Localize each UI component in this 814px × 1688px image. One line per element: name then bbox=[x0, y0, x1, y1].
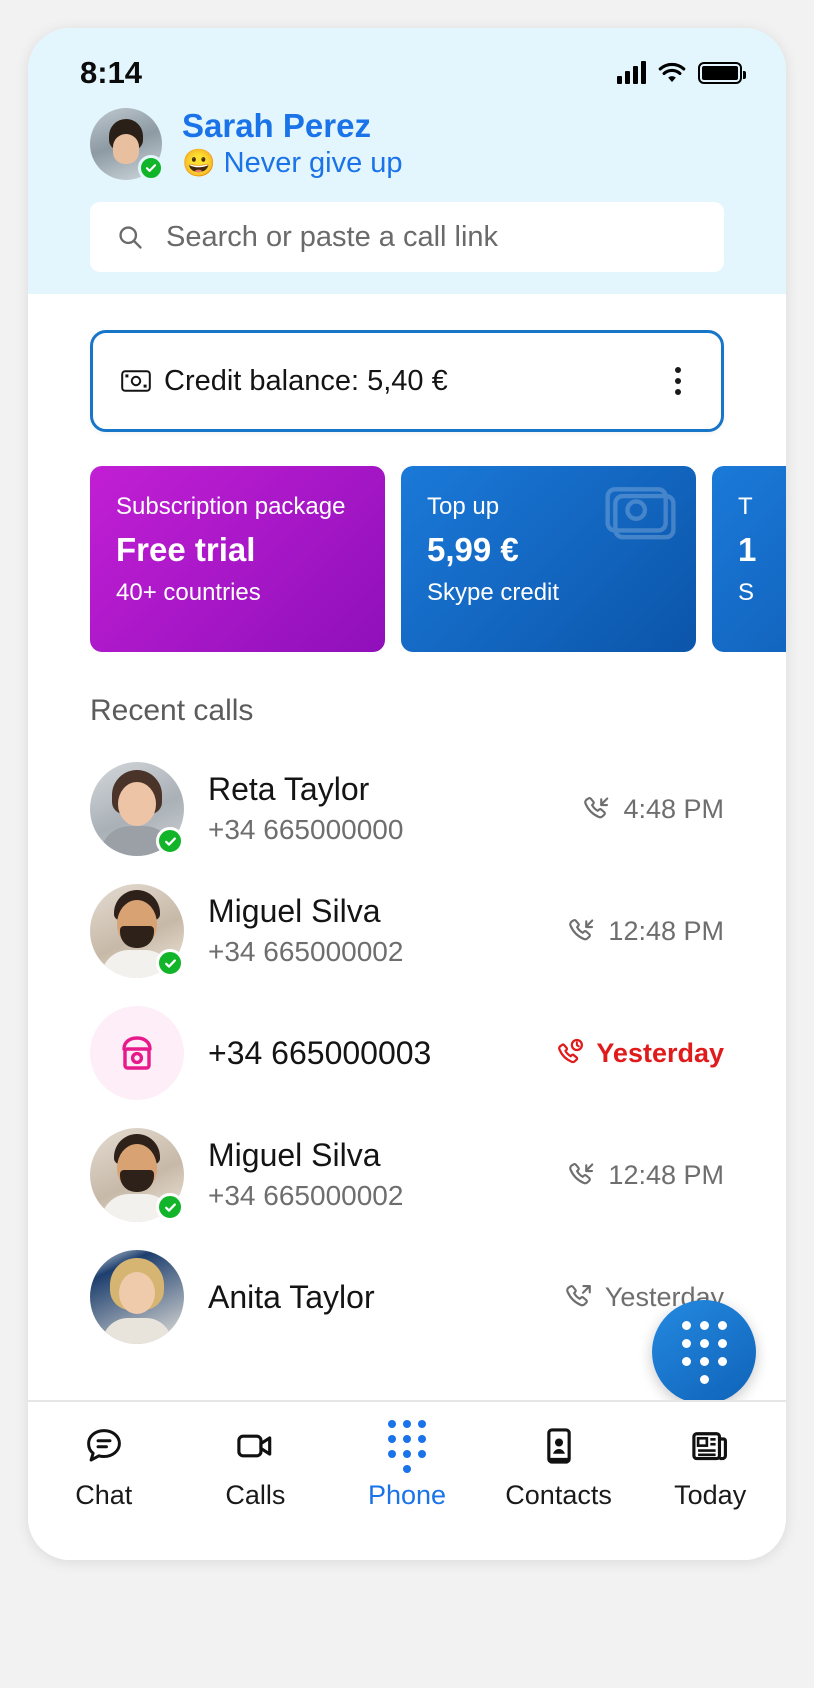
call-row[interactable]: Miguel Silva +34 665000002 12:48 PM bbox=[28, 870, 786, 992]
nav-label: Chat bbox=[75, 1480, 133, 1510]
dialpad-icon bbox=[385, 1419, 429, 1473]
promo-sub: Skype credit bbox=[427, 578, 560, 606]
search-input[interactable]: Search or paste a call link bbox=[90, 202, 724, 273]
video-camera-icon bbox=[233, 1424, 277, 1468]
money-icon bbox=[605, 487, 676, 540]
call-time: Yesterday bbox=[596, 1037, 724, 1068]
call-time: 12:48 PM bbox=[608, 915, 724, 946]
kebab-menu-icon[interactable] bbox=[665, 359, 691, 403]
nav-label: Phone bbox=[367, 1480, 447, 1510]
promo-card-partial[interactable]: T 1 S bbox=[712, 466, 786, 653]
promo-kicker: T bbox=[738, 493, 753, 521]
status-time: 8:14 bbox=[80, 55, 143, 90]
profile-mood[interactable]: 😀 Never give up bbox=[182, 147, 403, 180]
nav-item-chat[interactable]: Chat bbox=[28, 1424, 180, 1511]
call-incoming-icon bbox=[569, 919, 594, 941]
avatar bbox=[90, 762, 184, 857]
battery-icon bbox=[698, 62, 746, 84]
call-contact-name: Miguel Silva bbox=[208, 893, 381, 930]
call-phone-number: +34 665000002 bbox=[208, 936, 404, 968]
presence-available-icon bbox=[156, 1193, 184, 1222]
call-phone-number: +34 665000000 bbox=[208, 814, 404, 846]
credit-balance-label: Credit balance: 5,40 € bbox=[164, 364, 448, 397]
call-contact-name: Anita Taylor bbox=[208, 1278, 375, 1315]
phone-screen: 8:14 Sarah Perez 😀 Never give up Search … bbox=[28, 28, 786, 1560]
news-icon bbox=[688, 1424, 732, 1468]
smiley-emoji-icon: 😀 bbox=[182, 148, 216, 179]
avatar bbox=[90, 884, 184, 979]
contact-card-icon bbox=[537, 1424, 581, 1468]
call-meta: 12:48 PM bbox=[566, 1160, 724, 1191]
search-placeholder: Search or paste a call link bbox=[166, 220, 499, 253]
profile-row[interactable]: Sarah Perez 😀 Never give up bbox=[28, 100, 786, 182]
bottom-nav: Chat Calls Phone Contacts Today bbox=[28, 1400, 786, 1560]
dialpad-fab[interactable] bbox=[652, 1300, 756, 1404]
nav-item-today[interactable]: Today bbox=[634, 1424, 786, 1511]
profile-name[interactable]: Sarah Perez bbox=[182, 107, 403, 145]
profile-mood-text: Never give up bbox=[223, 146, 403, 179]
header: 8:14 Sarah Perez 😀 Never give up Search … bbox=[28, 28, 786, 295]
money-icon bbox=[121, 370, 151, 393]
call-contact-name: Reta Taylor bbox=[208, 771, 370, 808]
search-icon bbox=[119, 226, 142, 249]
promo-kicker: Subscription package bbox=[116, 493, 346, 521]
call-meta: Yesterday bbox=[554, 1038, 724, 1069]
call-time: 12:48 PM bbox=[608, 1159, 724, 1190]
avatar[interactable] bbox=[90, 108, 164, 182]
call-phone-number: +34 665000003 bbox=[208, 1034, 432, 1071]
presence-available-icon bbox=[138, 155, 164, 182]
nav-item-contacts[interactable]: Contacts bbox=[483, 1424, 635, 1511]
promo-sub: 40+ countries bbox=[116, 578, 261, 606]
main-content: Credit balance: 5,40 € Subscription pack… bbox=[28, 294, 786, 1359]
call-incoming-icon bbox=[584, 797, 609, 819]
nav-item-phone[interactable]: Phone bbox=[331, 1419, 483, 1511]
presence-available-icon bbox=[156, 827, 184, 856]
avatar bbox=[90, 1128, 184, 1223]
call-row[interactable]: Miguel Silva +34 665000002 12:48 PM bbox=[28, 1114, 786, 1236]
avatar bbox=[90, 1250, 184, 1345]
chat-bubble-icon bbox=[82, 1424, 126, 1468]
nav-label: Today bbox=[674, 1480, 747, 1510]
promo-carousel[interactable]: Subscription package Free trial 40+ coun… bbox=[28, 466, 786, 653]
nav-label: Calls bbox=[225, 1480, 286, 1510]
dialpad-icon bbox=[681, 1320, 727, 1384]
call-time: 4:48 PM bbox=[623, 793, 724, 824]
signal-icon bbox=[617, 61, 646, 84]
unknown-caller-icon bbox=[90, 1006, 184, 1101]
call-phone-number: +34 665000002 bbox=[208, 1180, 404, 1212]
old-phone-icon bbox=[122, 1036, 152, 1070]
wifi-icon bbox=[658, 62, 686, 82]
credit-balance-card[interactable]: Credit balance: 5,40 € bbox=[90, 330, 724, 433]
call-meta: 12:48 PM bbox=[566, 916, 724, 947]
promo-card-topup[interactable]: Top up 5,99 € Skype credit bbox=[401, 466, 696, 653]
promo-main: Free trial bbox=[116, 531, 256, 569]
recent-calls-list: Reta Taylor +34 665000000 4:48 PM Miguel… bbox=[28, 748, 786, 1358]
recent-calls-title: Recent calls bbox=[90, 694, 254, 728]
call-row[interactable]: +34 665000003 Yesterday bbox=[28, 992, 786, 1114]
promo-sub: S bbox=[738, 578, 755, 606]
nav-label: Contacts bbox=[505, 1480, 612, 1510]
call-missed-icon bbox=[558, 1039, 584, 1064]
promo-main: 1 bbox=[738, 531, 757, 569]
status-icons bbox=[617, 61, 746, 85]
call-meta: 4:48 PM bbox=[581, 794, 724, 825]
call-incoming-icon bbox=[569, 1163, 594, 1185]
status-bar: 8:14 bbox=[28, 28, 786, 100]
call-contact-name: Miguel Silva bbox=[208, 1137, 381, 1174]
call-outgoing-icon bbox=[566, 1285, 591, 1307]
call-row[interactable]: Reta Taylor +34 665000000 4:48 PM bbox=[28, 748, 786, 870]
nav-item-calls[interactable]: Calls bbox=[180, 1424, 332, 1511]
promo-card-subscription[interactable]: Subscription package Free trial 40+ coun… bbox=[90, 466, 385, 653]
presence-available-icon bbox=[156, 949, 184, 978]
